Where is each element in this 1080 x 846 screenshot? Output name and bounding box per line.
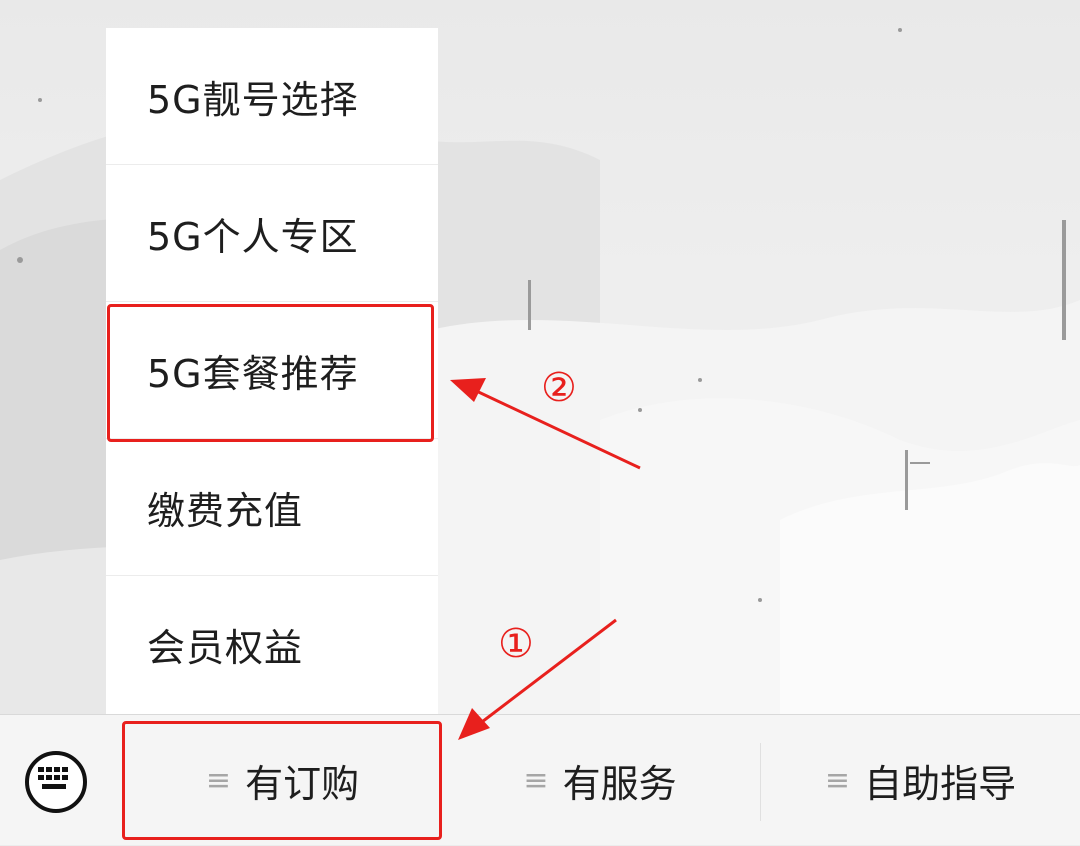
annotation-arrows: [450, 378, 641, 740]
step-2-label: ②: [541, 365, 577, 411]
step-1-label: ①: [498, 621, 534, 667]
arrow-step1: [458, 618, 617, 740]
